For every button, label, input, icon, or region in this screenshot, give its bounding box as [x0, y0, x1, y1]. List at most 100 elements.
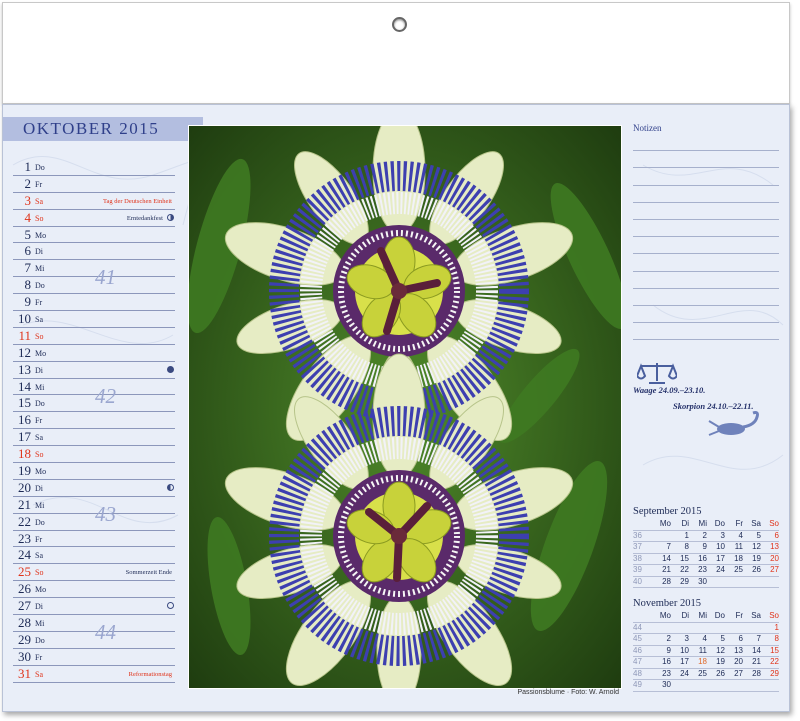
day-row[interactable]: 8 Do — [13, 277, 175, 295]
day-row[interactable]: 12 Mo — [13, 345, 175, 362]
day-row[interactable]: 15 Do — [13, 395, 175, 413]
mini-day: 17 — [671, 657, 689, 669]
day-row[interactable]: 24 Sa — [13, 547, 175, 565]
mini-day: 15 — [761, 646, 779, 657]
mini-week-number: 47 — [633, 657, 653, 669]
mini-day: 5 — [743, 531, 761, 542]
week-number: 41 — [95, 265, 116, 290]
mini-day: 22 — [671, 565, 689, 577]
mini-day: 6 — [761, 531, 779, 542]
day-row[interactable]: 11 So — [13, 328, 175, 345]
note-line[interactable] — [633, 289, 779, 306]
day-number: 14 — [18, 378, 31, 394]
mini-calendar: November 2015 Mo Di Mi Do Fr Sa So 44 1 45 2 3 4 5 6 7 8 4… — [633, 597, 781, 692]
day-number: 30 — [18, 648, 31, 664]
day-number: 19 — [18, 463, 31, 479]
day-row[interactable]: 5 Mo — [13, 227, 175, 244]
mini-calendar-title: September 2015 — [633, 506, 702, 517]
mini-day: 2 — [653, 634, 671, 646]
mini-day: 22 — [761, 657, 779, 669]
day-row[interactable]: 7 Mi — [13, 260, 175, 278]
note-line[interactable] — [633, 272, 779, 289]
note-line[interactable] — [633, 220, 779, 238]
day-number: 28 — [18, 615, 31, 631]
day-row[interactable]: 25 So Sommerzeit Ende — [13, 564, 175, 582]
day-row[interactable]: 23 Fr — [13, 531, 175, 548]
day-row[interactable]: 26 Mo — [13, 581, 175, 599]
mini-day — [653, 623, 671, 634]
day-weekday: Mi — [35, 619, 45, 629]
note-line[interactable] — [633, 134, 779, 152]
note-line[interactable] — [633, 186, 779, 203]
day-row[interactable]: 18 So — [13, 446, 175, 464]
weekday-header: Di — [671, 519, 689, 531]
note-line[interactable] — [633, 323, 779, 341]
day-row[interactable]: 3 Sa Tag der Deutschen Einheit — [13, 193, 175, 210]
day-weekday: Fr — [35, 298, 43, 308]
passionflower-image — [189, 126, 621, 688]
day-row[interactable]: 16 Fr — [13, 412, 175, 430]
note-line[interactable] — [633, 203, 779, 220]
day-row[interactable]: 20 Di — [13, 480, 175, 497]
mini-day — [725, 623, 743, 634]
flower-photo — [188, 125, 622, 689]
day-row[interactable]: 19 Mo — [13, 463, 175, 480]
mini-week-number: 44 — [633, 623, 653, 634]
mini-day: 8 — [761, 634, 779, 646]
mini-day — [743, 577, 761, 588]
day-row[interactable]: 6 Di — [13, 243, 175, 261]
day-row[interactable]: 22 Do — [13, 514, 175, 531]
day-row[interactable]: 1 Do — [13, 159, 175, 176]
mini-day: 3 — [707, 531, 725, 542]
weekday-header: Sa — [743, 519, 761, 531]
day-number: 26 — [18, 581, 31, 597]
mini-day: 1 — [761, 623, 779, 634]
day-weekday: Sa — [35, 551, 43, 561]
day-weekday: Do — [35, 635, 45, 645]
mini-day — [671, 623, 689, 634]
day-row[interactable]: 31 Sa Reformationstag — [13, 666, 175, 683]
day-row[interactable]: 29 Do — [13, 632, 175, 649]
week-number: 42 — [95, 383, 116, 408]
day-row[interactable]: 2 Fr — [13, 176, 175, 193]
day-number: 7 — [24, 260, 32, 276]
day-row[interactable]: 21 Mi — [13, 497, 175, 514]
day-number: 5 — [24, 226, 32, 242]
day-row[interactable]: 14 Mi — [13, 379, 175, 396]
weekday-header: Mi — [689, 611, 707, 623]
mini-day — [725, 577, 743, 588]
day-row[interactable]: 17 Sa — [13, 429, 175, 447]
day-weekday: So — [35, 568, 44, 578]
note-line[interactable] — [633, 151, 779, 169]
note-line[interactable] — [633, 306, 779, 324]
day-row[interactable]: 28 Mi — [13, 615, 175, 632]
calendar-sheet: OKTOBER 2015 1 Do 2 Fr 3 Sa Tag der Deutschen … — [2, 104, 790, 712]
note-line[interactable] — [633, 168, 779, 186]
scorpio-dates: Skorpion 24.10.–22.11. — [673, 401, 754, 411]
note-line[interactable] — [633, 237, 779, 255]
day-row[interactable]: 13 Di — [13, 362, 175, 379]
mini-day: 5 — [707, 634, 725, 646]
day-number: 23 — [18, 530, 31, 546]
note-line[interactable] — [633, 254, 779, 272]
mini-day — [653, 531, 671, 542]
mini-day: 19 — [743, 554, 761, 565]
mini-day: 21 — [743, 657, 761, 669]
day-weekday: Fr — [35, 534, 43, 544]
weekday-header: Do — [707, 519, 725, 531]
month-title: OKTOBER 2015 — [3, 117, 203, 141]
moon-phase-icon — [167, 213, 174, 221]
day-row[interactable]: 4 So Erntedankfest — [13, 210, 175, 227]
mini-day: 20 — [725, 657, 743, 669]
notes-area[interactable] — [633, 134, 779, 341]
day-weekday: So — [35, 213, 44, 223]
day-weekday: Di — [35, 365, 43, 375]
day-row[interactable]: 27 Di — [13, 598, 175, 616]
day-number: 22 — [18, 513, 31, 529]
mini-day: 18 — [725, 554, 743, 565]
mini-week-number: 45 — [633, 634, 653, 646]
day-row[interactable]: 10 Sa — [13, 311, 175, 328]
mini-day: 30 — [653, 680, 671, 692]
day-row[interactable]: 9 Fr — [13, 294, 175, 312]
day-row[interactable]: 30 Fr — [13, 649, 175, 666]
